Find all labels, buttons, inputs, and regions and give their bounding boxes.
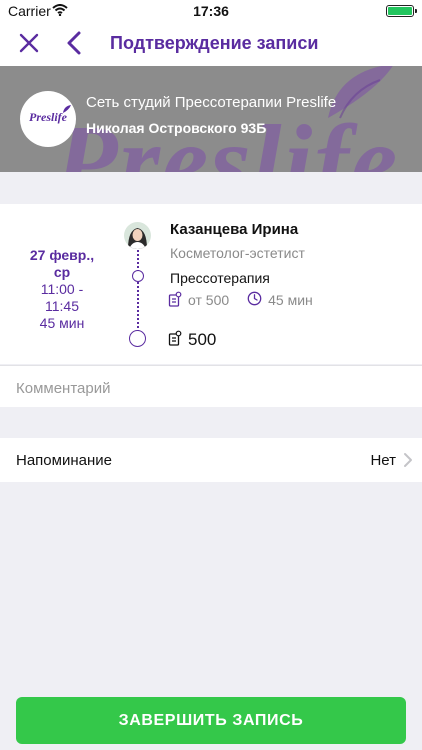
appointment-datetime: 27 февр., ср 11:00 - 11:45 45 мин [14, 247, 110, 332]
appointment-weekday: ср [53, 264, 71, 280]
master-avatar [124, 222, 151, 249]
reminder-label: Напоминание [16, 452, 112, 469]
clock-time: 17:36 [193, 3, 229, 19]
salon-banner[interactable]: Preslife Preslife Сеть студий Прессотера… [0, 66, 422, 172]
battery-icon [386, 5, 417, 17]
total-price-icon [168, 330, 182, 351]
service-price: от 500 [188, 292, 230, 308]
total-price: 500 [188, 330, 217, 349]
timeline-end-node [129, 330, 146, 347]
finish-booking-button[interactable]: ЗАВЕРШИТЬ ЗАПИСЬ [16, 697, 406, 744]
salon-address: Николая Островского 93Б [86, 120, 267, 136]
chevron-right-icon [403, 452, 413, 468]
service-details: от 500 45 мин [168, 291, 313, 309]
nav-bar: Подтверждение записи [0, 22, 422, 66]
reminder-row[interactable]: Напоминание Нет [0, 438, 422, 482]
salon-name: Сеть студий Прессотерапии Preslife [86, 94, 337, 111]
clock-icon [247, 291, 262, 309]
total-price-row: 500 [168, 330, 216, 350]
logo-leaf-icon [63, 105, 71, 113]
chevron-left-icon[interactable] [64, 30, 86, 56]
close-icon[interactable] [16, 30, 42, 56]
appointment-time-to: 11:45 [45, 298, 79, 314]
comment-section [0, 365, 422, 407]
timeline-line [137, 250, 139, 336]
page-title: Подтверждение записи [110, 33, 319, 53]
service-name: Прессотерапия [170, 270, 270, 286]
master-role: Косметолог-эстетист [170, 245, 305, 261]
reminder-value: Нет [370, 452, 396, 469]
price-icon [168, 291, 182, 310]
appointment-time-from: 11:00 - [40, 281, 84, 297]
status-bar: Carrier 17:36 [0, 0, 422, 22]
leaf-decoration-icon [318, 66, 398, 120]
appointment-date: 27 февр., [29, 247, 95, 263]
appointment-duration: 45 мин [39, 315, 85, 331]
appointment-card: 27 февр., ср 11:00 - 11:45 45 мин Казанц… [0, 204, 422, 364]
master-name: Казанцева Ирина [170, 221, 299, 238]
salon-logo: Preslife [20, 91, 76, 147]
service-duration: 45 мин [268, 292, 313, 308]
comment-input[interactable] [16, 377, 396, 399]
timeline-node [132, 270, 144, 282]
